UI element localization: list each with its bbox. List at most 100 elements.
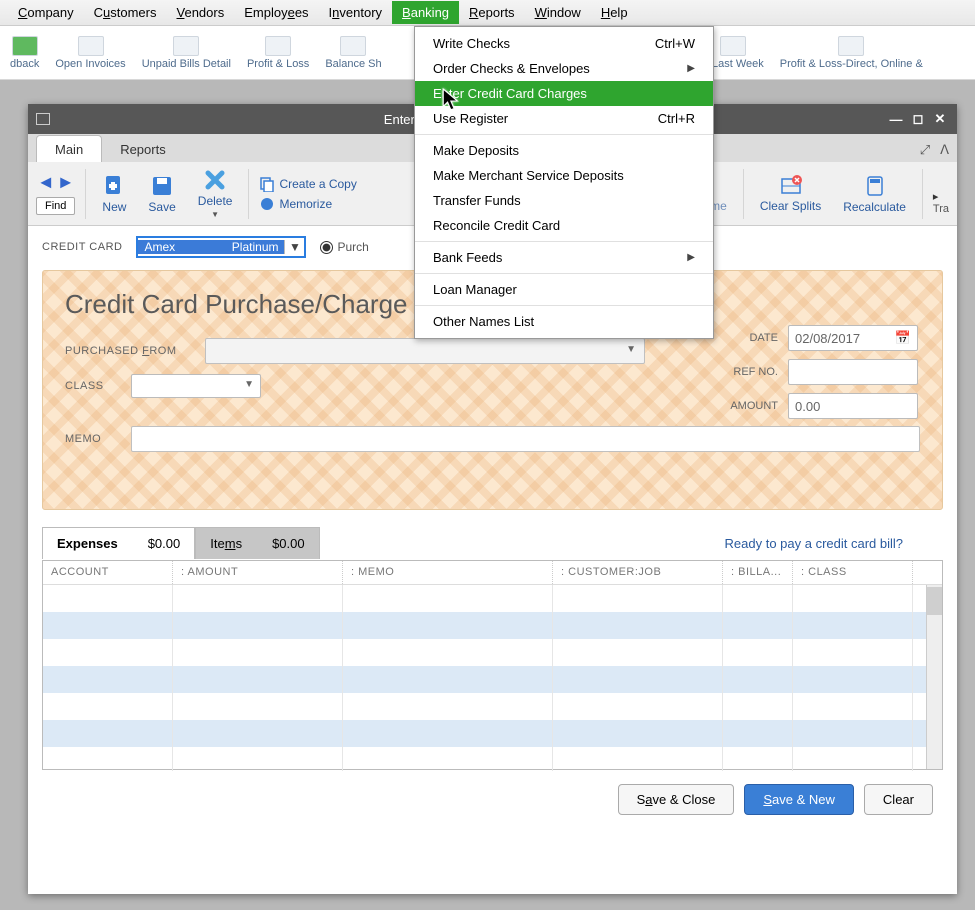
tb-unpaid-bills[interactable]: Unpaid Bills Detail <box>136 34 237 72</box>
menu-customers[interactable]: Customers <box>84 1 167 24</box>
menu-item-enter-credit-card-charges[interactable]: Enter Credit Card Charges <box>415 81 713 106</box>
footer: Save & Close Save & New Clear <box>42 770 943 823</box>
refno-input[interactable] <box>788 359 918 385</box>
new-icon <box>102 174 126 198</box>
maximize-button[interactable]: ◻ <box>909 111 927 127</box>
save-new-button[interactable]: Save & New <box>744 784 854 815</box>
memo-label: MEMO <box>65 433 121 445</box>
purchased-from-select[interactable] <box>205 338 645 364</box>
calculator-icon <box>863 174 887 198</box>
menu-item-order-checks-envelopes[interactable]: Order Checks & Envelopes▶ <box>415 56 713 81</box>
create-copy-button[interactable]: Create a Copy <box>259 176 356 192</box>
table-row[interactable] <box>43 639 942 666</box>
refno-label: REF NO. <box>733 366 778 378</box>
date-label: DATE <box>749 332 778 344</box>
tab-expenses[interactable]: Expenses$0.00 <box>42 527 195 559</box>
find-button[interactable]: Find <box>36 197 75 215</box>
copy-icon <box>259 176 275 192</box>
chat-icon <box>12 36 38 56</box>
next-icon[interactable]: ► <box>57 172 75 193</box>
save-close-button[interactable]: Save & Close <box>618 784 735 815</box>
class-select[interactable] <box>131 374 261 398</box>
date-input[interactable]: 02/08/2017📅 <box>788 325 918 351</box>
doc-icon <box>340 36 366 56</box>
new-button[interactable]: New <box>96 174 132 214</box>
menu-item-write-checks[interactable]: Write ChecksCtrl+W <box>415 31 713 56</box>
ribbon-more[interactable]: ▸Tra <box>933 190 949 219</box>
grid-header: ACCOUNT : AMOUNT : MEMO : CUSTOMER:JOB :… <box>43 561 942 585</box>
tab-main[interactable]: Main <box>36 135 102 162</box>
credit-card-select[interactable]: AmexPlatinum ▼ <box>136 236 306 258</box>
doc-icon <box>265 36 291 56</box>
purchase-radio[interactable]: Purch <box>320 240 368 254</box>
scrollbar[interactable] <box>926 585 942 769</box>
tb-balance[interactable]: Balance Sh <box>319 34 387 72</box>
tb-profit-loss[interactable]: Profit & Loss <box>241 34 315 72</box>
chevron-down-icon: ▼ <box>284 240 304 254</box>
purchased-from-label: PURCHASED FROM <box>65 345 195 357</box>
menu-reports[interactable]: Reports <box>459 1 525 24</box>
grid-body[interactable] <box>43 585 942 771</box>
amount-label: AMOUNT <box>730 400 778 412</box>
doc-icon <box>173 36 199 56</box>
tb-pl-direct[interactable]: Profit & Loss-Direct, Online & <box>774 34 929 72</box>
menu-item-bank-feeds[interactable]: Bank Feeds▶ <box>415 245 713 270</box>
table-row[interactable] <box>43 747 942 771</box>
menu-help[interactable]: Help <box>591 1 638 24</box>
delete-button[interactable]: Delete▼ <box>192 168 239 219</box>
credit-card-label: CREDIT CARD <box>42 241 122 253</box>
menu-banking[interactable]: Banking <box>392 1 459 24</box>
calendar-icon[interactable]: 📅 <box>895 330 911 346</box>
close-button[interactable]: ✕ <box>931 111 949 127</box>
col-memo[interactable]: : MEMO <box>343 561 553 584</box>
table-row[interactable] <box>43 585 942 612</box>
tb-dback[interactable]: dback <box>4 34 45 72</box>
col-class[interactable]: : CLASS <box>793 561 913 584</box>
menu-employees[interactable]: Employees <box>234 1 318 24</box>
recalculate-button[interactable]: Recalculate <box>837 174 912 214</box>
memorize-button[interactable]: Memorize <box>259 196 356 212</box>
col-account[interactable]: ACCOUNT <box>43 561 173 584</box>
menu-item-use-register[interactable]: Use RegisterCtrl+R <box>415 106 713 131</box>
menu-item-reconcile-credit-card[interactable]: Reconcile Credit Card <box>415 213 713 238</box>
table-row[interactable] <box>43 612 942 639</box>
minimize-button[interactable]: — <box>887 112 905 127</box>
amount-input[interactable]: 0.00 <box>788 393 918 419</box>
menu-item-transfer-funds[interactable]: Transfer Funds <box>415 188 713 213</box>
banking-dropdown: Write ChecksCtrl+WOrder Checks & Envelop… <box>414 26 714 339</box>
clear-button[interactable]: Clear <box>864 784 933 815</box>
table-row[interactable] <box>43 666 942 693</box>
ready-pay-link[interactable]: Ready to pay a credit card bill? <box>725 536 903 551</box>
menu-window[interactable]: Window <box>525 1 591 24</box>
main-menu: Company Customers Vendors Employees Inve… <box>0 0 975 26</box>
col-amount[interactable]: : AMOUNT <box>173 561 343 584</box>
class-label: CLASS <box>65 380 121 392</box>
menu-item-loan-manager[interactable]: Loan Manager <box>415 277 713 302</box>
memo-input[interactable] <box>131 426 920 452</box>
expand-icon[interactable]: ⤢ <box>920 142 930 158</box>
menu-vendors[interactable]: Vendors <box>167 1 235 24</box>
menu-company[interactable]: Company <box>8 1 84 24</box>
tab-reports[interactable]: Reports <box>102 136 184 162</box>
col-customer[interactable]: : CUSTOMER:JOB <box>553 561 723 584</box>
collapse-icon[interactable]: ᐱ <box>940 142 949 158</box>
menu-item-make-deposits[interactable]: Make Deposits <box>415 138 713 163</box>
table-row[interactable] <box>43 693 942 720</box>
expenses-grid: ACCOUNT : AMOUNT : MEMO : CUSTOMER:JOB :… <box>42 560 943 770</box>
clear-splits-icon <box>779 174 803 198</box>
menu-item-make-merchant-service-deposits[interactable]: Make Merchant Service Deposits <box>415 163 713 188</box>
memorize-icon <box>259 196 275 212</box>
tab-items[interactable]: Items$0.00 <box>195 527 319 559</box>
doc-icon <box>78 36 104 56</box>
clear-splits-button[interactable]: Clear Splits <box>754 174 827 213</box>
tb-open-invoices[interactable]: Open Invoices <box>49 34 131 72</box>
save-button[interactable]: Save <box>142 174 181 214</box>
table-row[interactable] <box>43 720 942 747</box>
window-menu-icon[interactable] <box>36 113 50 125</box>
menu-inventory[interactable]: Inventory <box>319 1 393 24</box>
prev-icon[interactable]: ◄ <box>37 172 55 193</box>
save-icon <box>150 174 174 198</box>
col-billable[interactable]: : BILLA... <box>723 561 793 584</box>
delete-icon <box>203 168 227 192</box>
menu-item-other-names-list[interactable]: Other Names List <box>415 309 713 334</box>
